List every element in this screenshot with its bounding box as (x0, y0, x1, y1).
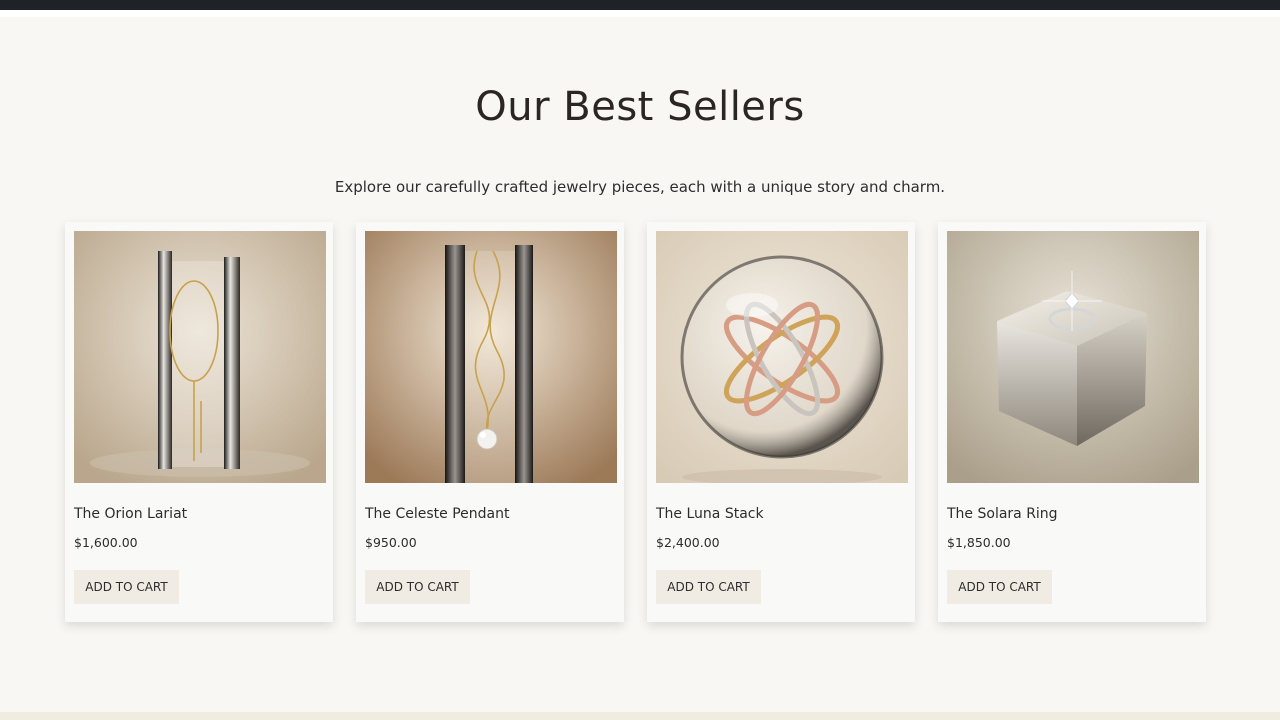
product-card: The Luna Stack $2,400.00 ADD TO CART (647, 222, 915, 622)
top-strip (0, 10, 1280, 17)
ring-stack-image (656, 231, 908, 483)
product-card: The Celeste Pendant $950.00 ADD TO CART (356, 222, 624, 622)
browser-top-bar (0, 0, 1280, 10)
product-grid: The Orion Lariat $1,600.00 ADD TO CART T… (65, 222, 1215, 622)
add-to-cart-button[interactable]: ADD TO CART (365, 570, 470, 604)
product-name[interactable]: The Solara Ring (947, 506, 1058, 522)
solitaire-ring-image (947, 231, 1199, 483)
product-price: $950.00 (365, 535, 417, 550)
product-image[interactable] (365, 231, 617, 483)
product-image[interactable] (656, 231, 908, 483)
add-to-cart-button[interactable]: ADD TO CART (74, 570, 179, 604)
section-title: Our Best Sellers (475, 84, 805, 130)
section-subtitle: Explore our carefully crafted jewelry pi… (334, 178, 946, 196)
product-image[interactable] (947, 231, 1199, 483)
footer-strip (0, 712, 1280, 720)
product-price: $1,600.00 (74, 535, 138, 550)
product-image[interactable] (74, 231, 326, 483)
pearl-pendant-image (365, 231, 617, 483)
add-to-cart-button[interactable]: ADD TO CART (656, 570, 761, 604)
product-card: The Solara Ring $1,850.00 ADD TO CART (938, 222, 1206, 622)
product-name[interactable]: The Orion Lariat (74, 506, 187, 522)
product-card: The Orion Lariat $1,600.00 ADD TO CART (65, 222, 333, 622)
product-name[interactable]: The Celeste Pendant (365, 506, 509, 522)
product-price: $1,850.00 (947, 535, 1011, 550)
add-to-cart-button[interactable]: ADD TO CART (947, 570, 1052, 604)
product-price: $2,400.00 (656, 535, 720, 550)
lariat-necklace-image (74, 231, 326, 483)
product-name[interactable]: The Luna Stack (656, 506, 764, 522)
